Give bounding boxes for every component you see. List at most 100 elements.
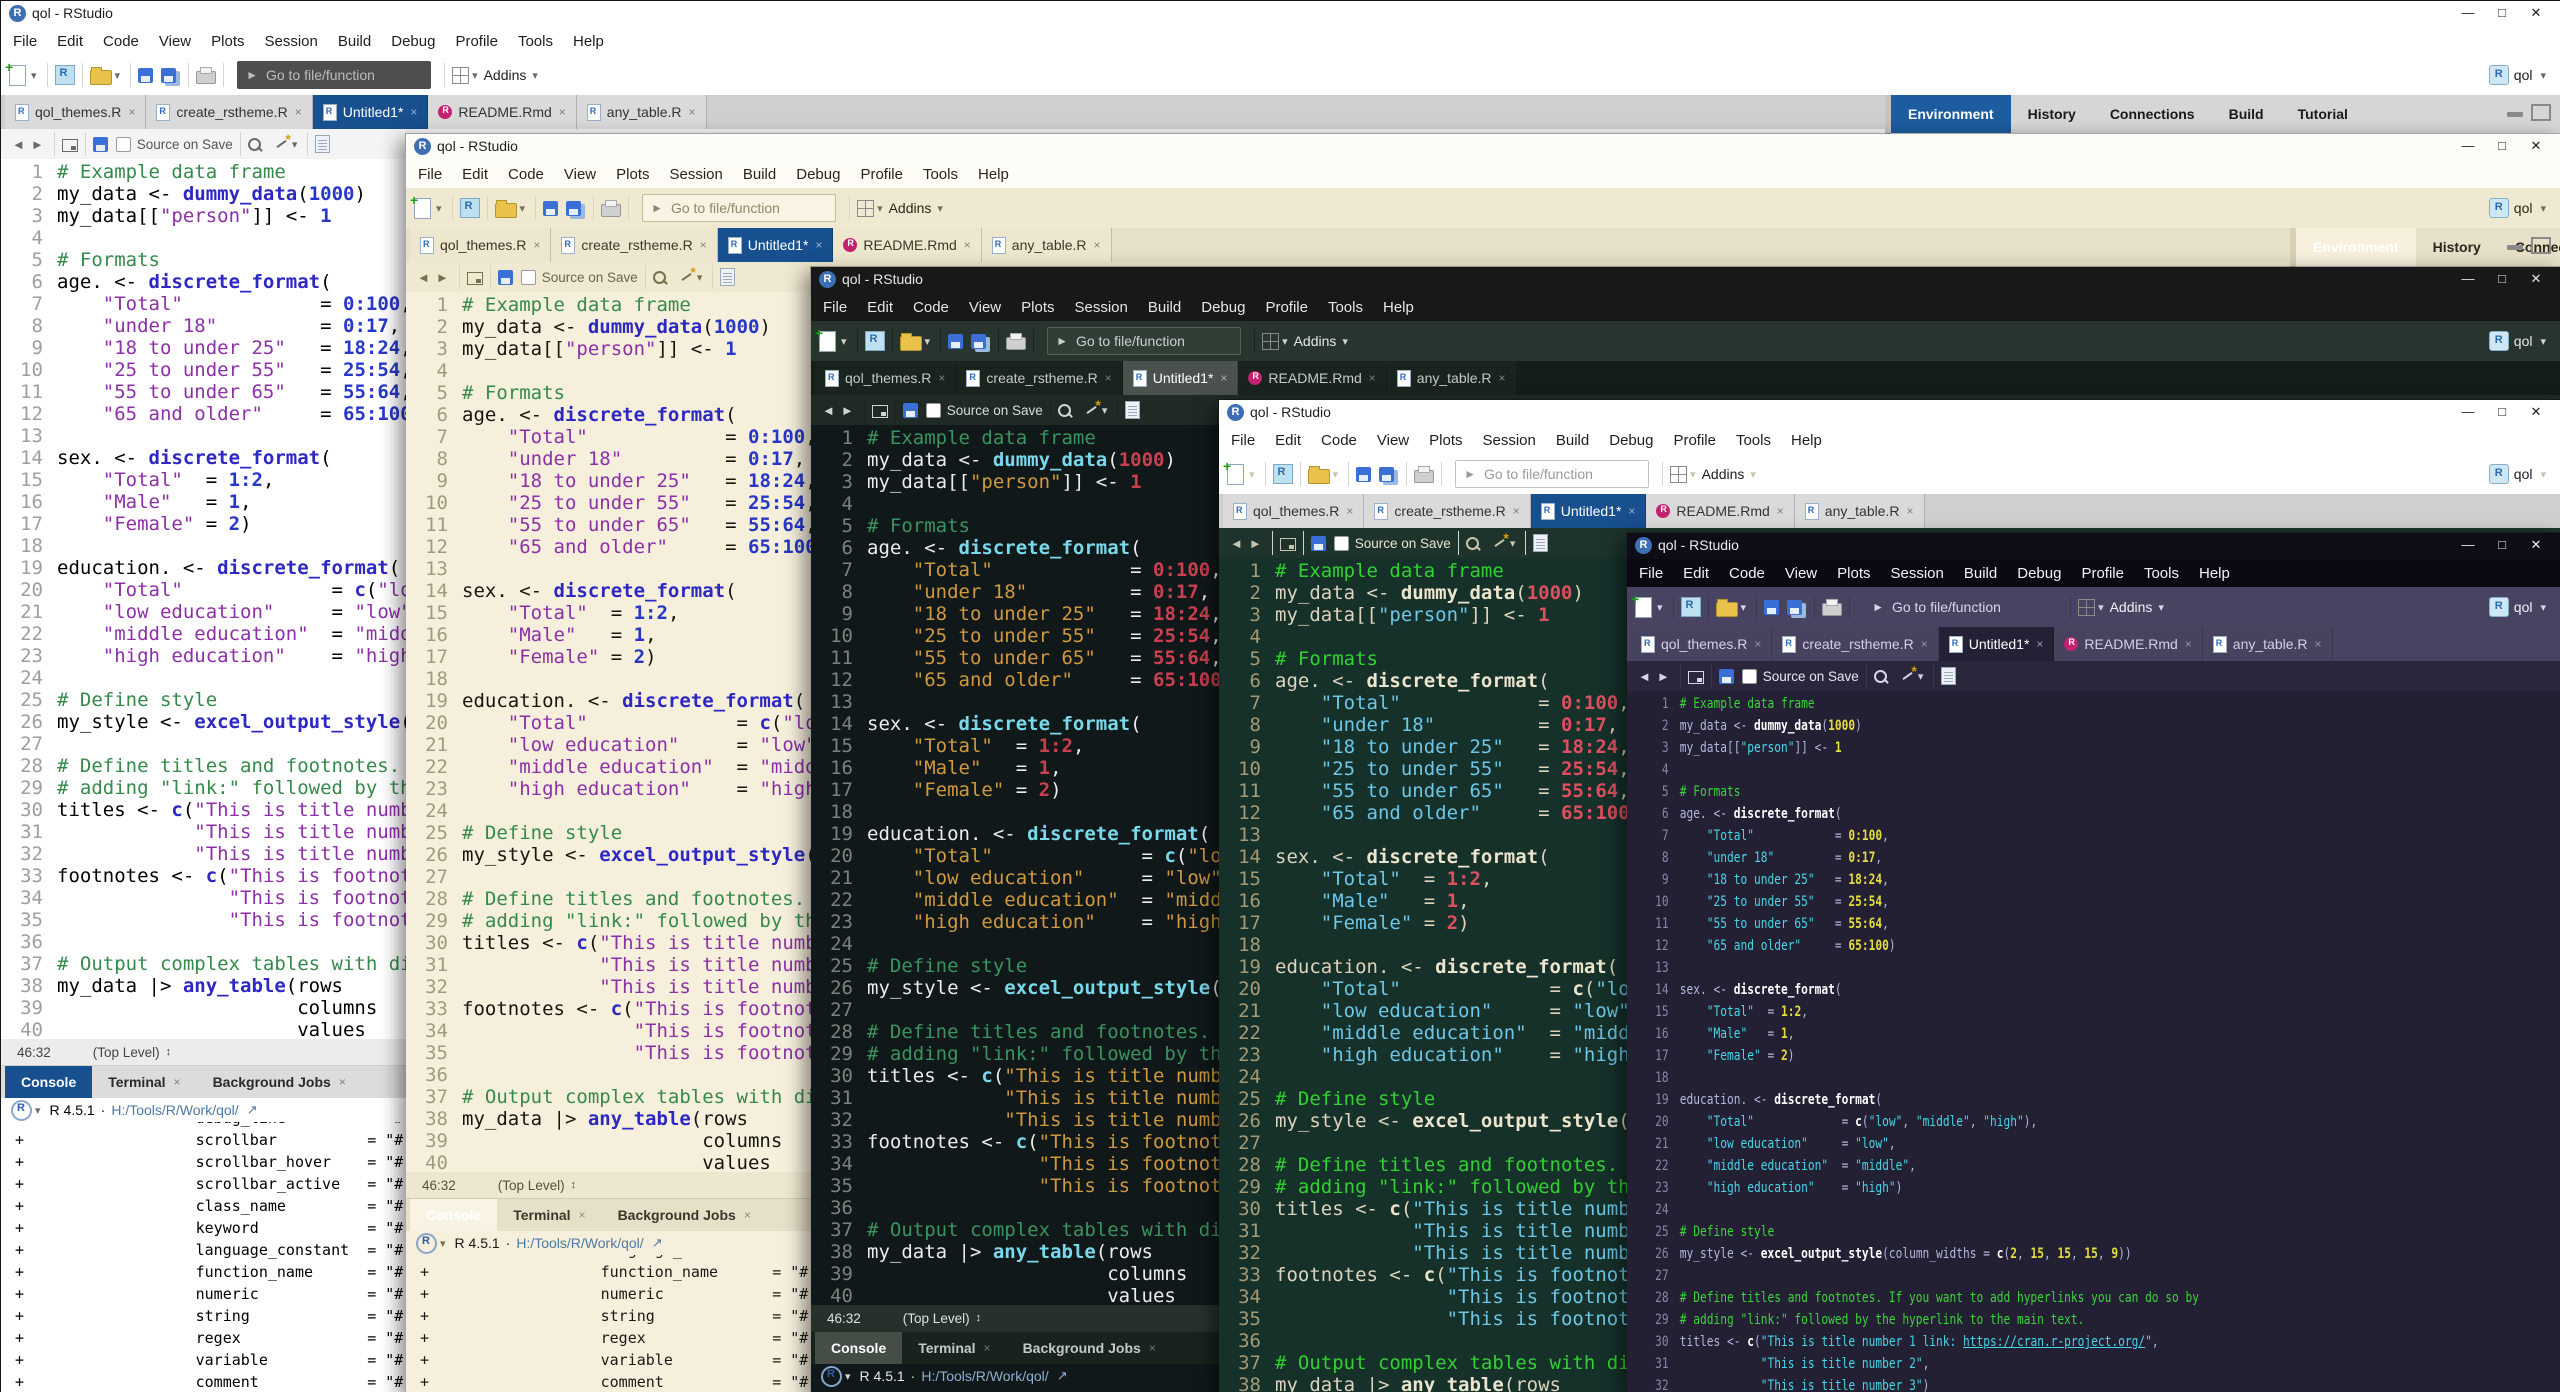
goto-file-function-input[interactable]: ► Go to file/function <box>237 61 431 89</box>
workspace-panes-icon[interactable] <box>1262 333 1279 350</box>
save-icon[interactable] <box>948 334 963 349</box>
console-tab-background-jobs[interactable]: Background Jobs× <box>602 1199 767 1231</box>
open-file-icon[interactable] <box>495 203 517 218</box>
console-tab-console[interactable]: Console <box>410 1199 497 1231</box>
source-save-icon[interactable] <box>1311 536 1326 551</box>
close-tab-icon[interactable]: × <box>1369 371 1376 385</box>
file-tab-qol-themes-r[interactable]: qol_themes.R× <box>410 228 551 262</box>
new-file-icon[interactable] <box>414 198 431 219</box>
window-minimize-button[interactable]: — <box>2451 1 2485 27</box>
close-tab-icon[interactable]: × <box>700 238 707 252</box>
workspace-panes-icon[interactable] <box>2078 599 2095 616</box>
menu-plots[interactable]: Plots <box>606 166 659 183</box>
menu-code[interactable]: Code <box>1719 565 1775 582</box>
close-tab-icon[interactable]: × <box>559 105 566 119</box>
menu-build[interactable]: Build <box>328 33 381 50</box>
goto-file-function-input[interactable]: ► Go to file/function <box>1863 593 2057 621</box>
window-close-button[interactable]: ✕ <box>2519 533 2553 559</box>
goto-file-function-input[interactable]: ► Go to file/function <box>642 194 836 222</box>
find-replace-icon[interactable] <box>1874 670 1887 683</box>
back-icon[interactable]: ◄ <box>822 403 835 418</box>
back-icon[interactable]: ◄ <box>1638 669 1651 684</box>
source-save-icon[interactable] <box>1719 669 1734 684</box>
close-tab-icon[interactable]: × <box>1105 371 1112 385</box>
new-file-dropdown-icon[interactable]: ▾ <box>436 202 442 215</box>
menu-debug[interactable]: Debug <box>381 33 445 50</box>
save-all-icon[interactable] <box>1379 467 1394 482</box>
goto-directory-icon[interactable]: ↗ <box>247 1102 258 1118</box>
file-tab-create-rstheme-r[interactable]: create_rstheme.R× <box>1772 627 1938 661</box>
workspace-panes-icon[interactable] <box>452 67 469 84</box>
show-in-new-window-icon[interactable] <box>1280 538 1296 551</box>
close-tab-icon[interactable]: × <box>533 238 540 252</box>
menu-profile[interactable]: Profile <box>1255 299 1318 316</box>
window-title-bar[interactable]: R qol - RStudio — □ ✕ <box>1627 533 2560 559</box>
print-icon[interactable] <box>1822 603 1842 616</box>
addins-button[interactable]: Addins <box>889 200 932 216</box>
menu-help[interactable]: Help <box>1373 299 1424 316</box>
code-tools-icon[interactable] <box>680 270 694 284</box>
addins-dropdown-icon[interactable]: ▾ <box>532 69 538 82</box>
console-tab-console[interactable]: Console <box>815 1332 902 1364</box>
new-file-icon[interactable] <box>819 331 836 352</box>
open-recent-dropdown-icon[interactable]: ▾ <box>925 335 931 348</box>
menu-profile[interactable]: Profile <box>2071 565 2134 582</box>
source-on-save-checkbox[interactable] <box>521 270 536 285</box>
open-recent-dropdown-icon[interactable]: ▾ <box>520 202 526 215</box>
show-in-new-window-icon[interactable] <box>62 139 78 152</box>
back-icon[interactable]: ◄ <box>1230 536 1243 551</box>
addins-button[interactable]: Addins <box>1294 333 1337 349</box>
menu-edit[interactable]: Edit <box>1673 565 1719 582</box>
new-file-dropdown-icon[interactable]: ▾ <box>31 69 37 82</box>
menu-view[interactable]: View <box>1775 565 1827 582</box>
forward-icon[interactable]: ► <box>436 270 449 285</box>
workspace-panes-icon[interactable] <box>857 200 874 217</box>
save-icon[interactable] <box>138 68 153 83</box>
open-file-icon[interactable] <box>1716 602 1738 617</box>
menu-edit[interactable]: Edit <box>1265 432 1311 449</box>
console-tab-terminal[interactable]: Terminal× <box>902 1332 1006 1364</box>
pane-maximize-icon[interactable] <box>2531 237 2551 254</box>
new-project-icon[interactable] <box>55 65 75 85</box>
menu-session[interactable]: Session <box>1473 432 1546 449</box>
menu-session[interactable]: Session <box>1065 299 1138 316</box>
menu-edit[interactable]: Edit <box>452 166 498 183</box>
print-icon[interactable] <box>1006 337 1026 350</box>
menu-file[interactable]: File <box>3 33 47 50</box>
forward-icon[interactable]: ► <box>841 403 854 418</box>
find-replace-icon[interactable] <box>248 138 261 151</box>
project-menu-button[interactable]: R qol ▾ <box>2489 328 2549 354</box>
addins-dropdown-icon[interactable]: ▾ <box>937 202 943 215</box>
menu-code[interactable]: Code <box>93 33 149 50</box>
console-tab-background-jobs[interactable]: Background Jobs× <box>197 1066 362 1098</box>
print-icon[interactable] <box>601 204 621 217</box>
window-minimize-button[interactable]: — <box>2451 533 2485 559</box>
back-icon[interactable]: ◄ <box>417 270 430 285</box>
pane-minmax-icons[interactable] <box>2507 104 2551 121</box>
close-tab-icon[interactable]: × <box>984 1341 991 1355</box>
window-maximize-button[interactable]: □ <box>2485 1 2519 27</box>
save-all-icon[interactable] <box>161 68 176 83</box>
file-tab-readme-rmd[interactable]: README.Rmd× <box>1646 494 1794 528</box>
file-tab-untitled1-[interactable]: Untitled1*× <box>1531 494 1647 528</box>
compile-report-icon[interactable] <box>1125 401 1140 419</box>
file-tab-untitled1-[interactable]: Untitled1*× <box>1939 627 2055 661</box>
scope-selector[interactable]: (Top Level) <box>93 1045 160 1060</box>
goto-directory-icon[interactable]: ↗ <box>1057 1368 1068 1384</box>
window-minimize-button[interactable]: — <box>2451 400 2485 426</box>
menu-help[interactable]: Help <box>1781 432 1832 449</box>
save-icon[interactable] <box>1764 600 1779 615</box>
menu-help[interactable]: Help <box>2189 565 2240 582</box>
menu-help[interactable]: Help <box>968 166 1019 183</box>
scope-selector[interactable]: (Top Level) <box>498 1178 565 1193</box>
menu-debug[interactable]: Debug <box>1191 299 1255 316</box>
save-icon[interactable] <box>1356 467 1371 482</box>
new-project-icon[interactable] <box>460 198 480 218</box>
environment-tab-history[interactable]: History <box>2416 228 2498 266</box>
forward-icon[interactable]: ► <box>31 137 44 152</box>
menu-build[interactable]: Build <box>1546 432 1599 449</box>
menu-build[interactable]: Build <box>1138 299 1191 316</box>
close-tab-icon[interactable]: × <box>2185 637 2192 651</box>
environment-tab-environment[interactable]: Environment <box>1891 95 2011 133</box>
close-tab-icon[interactable]: × <box>1754 637 1761 651</box>
